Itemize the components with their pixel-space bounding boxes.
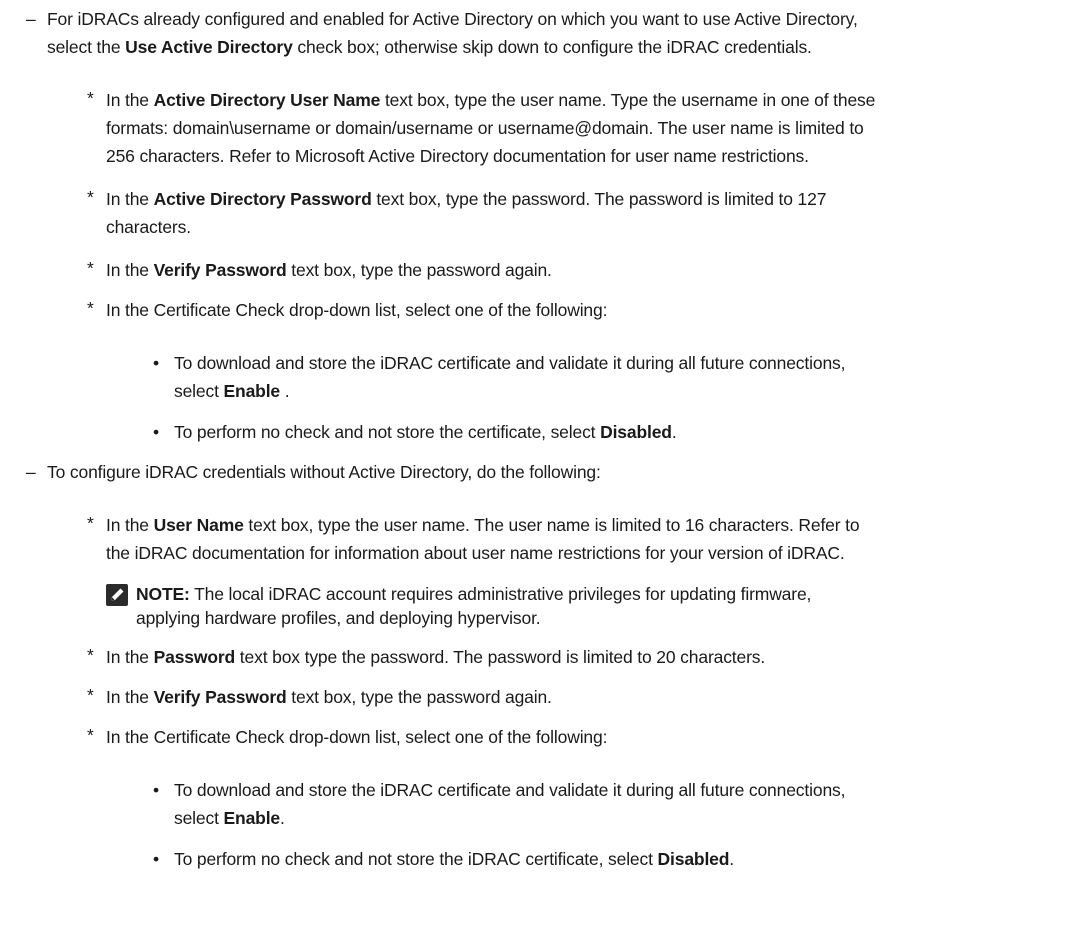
ad-password-term: Active Directory Password	[153, 189, 372, 209]
star-marker: *	[87, 298, 94, 318]
ad-user-name-term: Active Directory User Name	[153, 90, 381, 110]
ad-cert-line: In the Certificate Check drop-down list,…	[106, 300, 608, 320]
enable-term: Enable	[223, 808, 281, 828]
ad-username-line1: In the Active Directory User Name text b…	[106, 90, 876, 110]
ad-username-line2: formats: domain\username or domain/usern…	[106, 118, 864, 138]
bullet-marker: •	[153, 353, 159, 373]
local-intro-line: To configure iDRAC credentials without A…	[47, 462, 601, 482]
star-marker: *	[87, 88, 94, 108]
star-marker: *	[87, 187, 94, 207]
note-line1: NOTE: The local iDRAC account requires a…	[136, 584, 812, 604]
bullet-marker: •	[153, 780, 159, 800]
password-term: Password	[153, 647, 236, 667]
note-label: NOTE:	[136, 584, 190, 604]
bullet-marker: •	[153, 422, 159, 442]
ad-password-line1: In the Active Directory Password text bo…	[106, 189, 827, 209]
disabled-term: Disabled	[657, 849, 730, 869]
ad-cert-enable-line1: To download and store the iDRAC certific…	[174, 353, 846, 373]
ad-username-line3: 256 characters. Refer to Microsoft Activ…	[106, 146, 809, 166]
local-cert-line: In the Certificate Check drop-down list,…	[106, 727, 608, 747]
star-marker: *	[87, 725, 94, 745]
star-marker: *	[87, 645, 94, 665]
ad-intro-line1: For iDRACs already configured and enable…	[47, 9, 858, 29]
local-cert-enable-line2: select Enable.	[174, 808, 285, 828]
star-marker: *	[87, 685, 94, 705]
dash-marker: –	[26, 462, 36, 482]
verify-password-term: Verify Password	[153, 687, 287, 707]
verify-password-term: Verify Password	[153, 260, 287, 280]
note-line2: applying hardware profiles, and deployin…	[136, 608, 541, 628]
use-active-directory-term: Use Active Directory	[125, 37, 293, 57]
ad-password-line2: characters.	[106, 217, 191, 237]
ad-cert-enable-line2: select Enable .	[174, 381, 290, 401]
local-cert-enable-line1: To download and store the iDRAC certific…	[174, 780, 846, 800]
ad-verify-line: In the Verify Password text box, type th…	[106, 260, 552, 280]
local-username-line2: the iDRAC documentation for information …	[106, 543, 845, 563]
local-cert-disabled-line: To perform no check and not store the iD…	[174, 849, 735, 869]
user-name-term: User Name	[153, 515, 244, 535]
disabled-term: Disabled	[600, 422, 672, 442]
star-marker: *	[87, 258, 94, 278]
ad-intro-line2: select the Use Active Directory check bo…	[47, 37, 812, 57]
bullet-marker: •	[153, 849, 159, 869]
star-marker: *	[87, 513, 94, 533]
enable-term: Enable	[223, 381, 281, 401]
local-username-line1: In the User Name text box, type the user…	[106, 515, 860, 535]
pencil-icon	[106, 584, 128, 606]
local-verify-line: In the Verify Password text box, type th…	[106, 687, 552, 707]
ad-cert-disabled-line: To perform no check and not store the ce…	[174, 422, 677, 442]
local-password-line: In the Password text box type the passwo…	[106, 647, 766, 667]
dash-marker: –	[26, 9, 36, 29]
